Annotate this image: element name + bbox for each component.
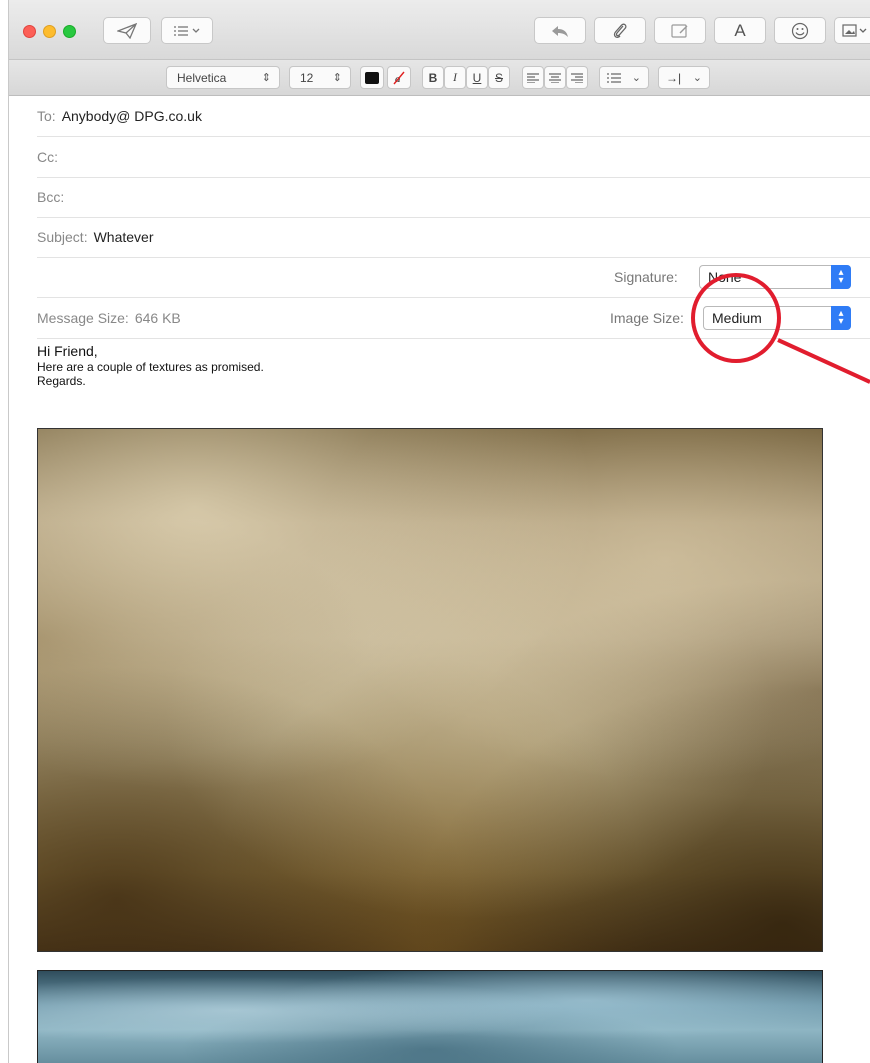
font-family-select[interactable]: Helvetica ⇕ xyxy=(166,66,280,89)
indent-icon: →| xyxy=(666,70,682,85)
attached-image-grunge-texture[interactable] xyxy=(37,428,823,952)
message-size-label: Message Size: xyxy=(37,310,129,326)
bullet-list-icon xyxy=(607,73,621,82)
subject-field[interactable]: Whatever xyxy=(94,229,154,245)
to-field-row[interactable]: To: Anybody@ DPG.co.uk xyxy=(37,96,870,137)
strikethrough-button[interactable]: S xyxy=(488,66,510,89)
markup-icon xyxy=(671,23,688,38)
align-right-button[interactable] xyxy=(566,66,588,89)
greeting-text: Hi Friend, xyxy=(37,343,98,359)
body-line-2: Regards. xyxy=(37,374,86,388)
fonts-button[interactable]: A xyxy=(714,17,766,44)
format-bar: Helvetica ⇕ 12 ⇕ a B I U S xyxy=(9,60,870,96)
italic-button[interactable]: I xyxy=(444,66,466,89)
paper-plane-icon xyxy=(117,22,137,39)
chevron-down-icon: ⌄ xyxy=(692,72,702,84)
reply-button[interactable] xyxy=(534,17,586,44)
annotation-circle xyxy=(691,273,781,363)
chevron-down-icon: ⌄ xyxy=(631,72,641,84)
up-down-chevron-icon: ⇕ xyxy=(261,72,271,84)
list-style-select[interactable]: ⌄ xyxy=(599,66,649,89)
subject-field-row[interactable]: Subject: Whatever xyxy=(37,217,870,258)
indent-select[interactable]: →| ⌄ xyxy=(658,66,710,89)
up-down-chevron-icon: ⇕ xyxy=(332,72,342,84)
header-fields-menu-button[interactable] xyxy=(161,17,213,44)
smiley-icon xyxy=(791,22,809,39)
cc-label: Cc: xyxy=(37,149,58,165)
attach-button[interactable] xyxy=(594,17,646,44)
message-size-value: 646 KB xyxy=(134,310,181,326)
align-center-icon xyxy=(549,73,561,83)
title-toolbar: A xyxy=(9,0,870,60)
body-line-1: Here are a couple of textures as promise… xyxy=(37,360,264,374)
font-family-value: Helvetica xyxy=(177,70,227,85)
send-button[interactable] xyxy=(103,17,151,44)
signature-label: Signature: xyxy=(614,269,678,285)
minimize-window-button[interactable] xyxy=(43,25,56,38)
subject-label: Subject: xyxy=(37,229,88,245)
emoji-button[interactable] xyxy=(774,17,826,44)
text-color-button[interactable] xyxy=(360,66,384,89)
font-size-value: 12 xyxy=(300,70,314,85)
zoom-window-button[interactable] xyxy=(63,25,76,38)
color-swatch-icon xyxy=(365,71,379,84)
reply-arrow-icon xyxy=(552,25,568,37)
list-chevron-icon xyxy=(174,25,200,36)
bcc-field-row[interactable]: Bcc: xyxy=(37,177,870,218)
align-left-icon xyxy=(527,73,539,83)
font-size-select[interactable]: 12 ⇕ xyxy=(289,66,351,89)
bold-button[interactable]: B xyxy=(422,66,444,89)
align-right-icon xyxy=(571,73,583,83)
to-field[interactable]: Anybody@ DPG.co.uk xyxy=(62,108,202,124)
to-label: To: xyxy=(37,108,56,124)
message-body[interactable]: Hi Friend, Here are a couple of textures… xyxy=(37,343,264,388)
cc-field-row[interactable]: Cc: xyxy=(37,137,870,178)
mail-compose-window: A Helvetica ⇕ 12 ⇕ B I U S ⌄ →| ⌄ To: An… xyxy=(8,0,870,1063)
close-window-button[interactable] xyxy=(23,25,36,38)
align-center-button[interactable] xyxy=(544,66,566,89)
paperclip-icon xyxy=(613,23,627,38)
underline-button[interactable]: U xyxy=(466,66,488,89)
up-down-chevron-icon: ▴ ▾ xyxy=(831,306,851,330)
up-down-chevron-icon: ▴ ▾ xyxy=(831,265,851,289)
image-size-label: Image Size: xyxy=(610,310,684,326)
markup-button[interactable] xyxy=(654,17,706,44)
attached-image-blue-texture[interactable] xyxy=(37,970,823,1063)
photo-chevron-icon xyxy=(841,23,866,37)
bcc-label: Bcc: xyxy=(37,189,65,205)
align-left-button[interactable] xyxy=(522,66,544,89)
highlight-color-button[interactable]: a xyxy=(387,66,411,89)
highlight-icon: a xyxy=(393,71,405,85)
photo-browser-button[interactable] xyxy=(834,17,870,44)
